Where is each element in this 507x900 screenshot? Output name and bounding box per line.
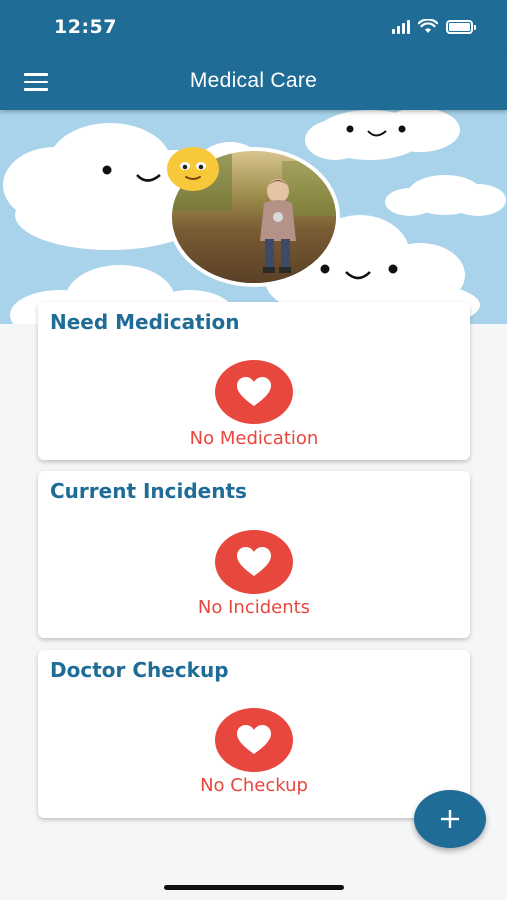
status-bar: 12:57 <box>0 0 507 56</box>
add-button[interactable] <box>414 790 486 848</box>
need-medication-card[interactable]: Need Medication No Medication <box>38 302 470 460</box>
card-title: Doctor Checkup <box>50 658 229 682</box>
status-time: 12:57 <box>54 16 117 38</box>
smiley-sun-icon <box>167 147 219 191</box>
home-indicator[interactable] <box>164 885 344 890</box>
plus-icon <box>441 810 459 828</box>
signal-icon <box>392 20 410 34</box>
card-title: Need Medication <box>50 310 240 334</box>
card-status: No Incidents <box>197 597 311 618</box>
app-bar: Medical Care <box>0 56 507 110</box>
heart-icon <box>215 360 293 424</box>
doctor-checkup-card[interactable]: Doctor Checkup No Checkup <box>38 650 470 818</box>
card-status: No Medication <box>189 428 319 449</box>
current-incidents-card[interactable]: Current Incidents No Incidents <box>38 471 470 638</box>
page-title: Medical Care <box>189 69 318 92</box>
wifi-icon <box>418 19 438 33</box>
card-status: No Checkup <box>200 775 308 796</box>
status-icons <box>392 19 476 34</box>
card-title: Current Incidents <box>50 479 247 503</box>
heart-icon <box>215 708 293 772</box>
heart-icon <box>215 530 293 594</box>
battery-icon <box>446 20 476 34</box>
